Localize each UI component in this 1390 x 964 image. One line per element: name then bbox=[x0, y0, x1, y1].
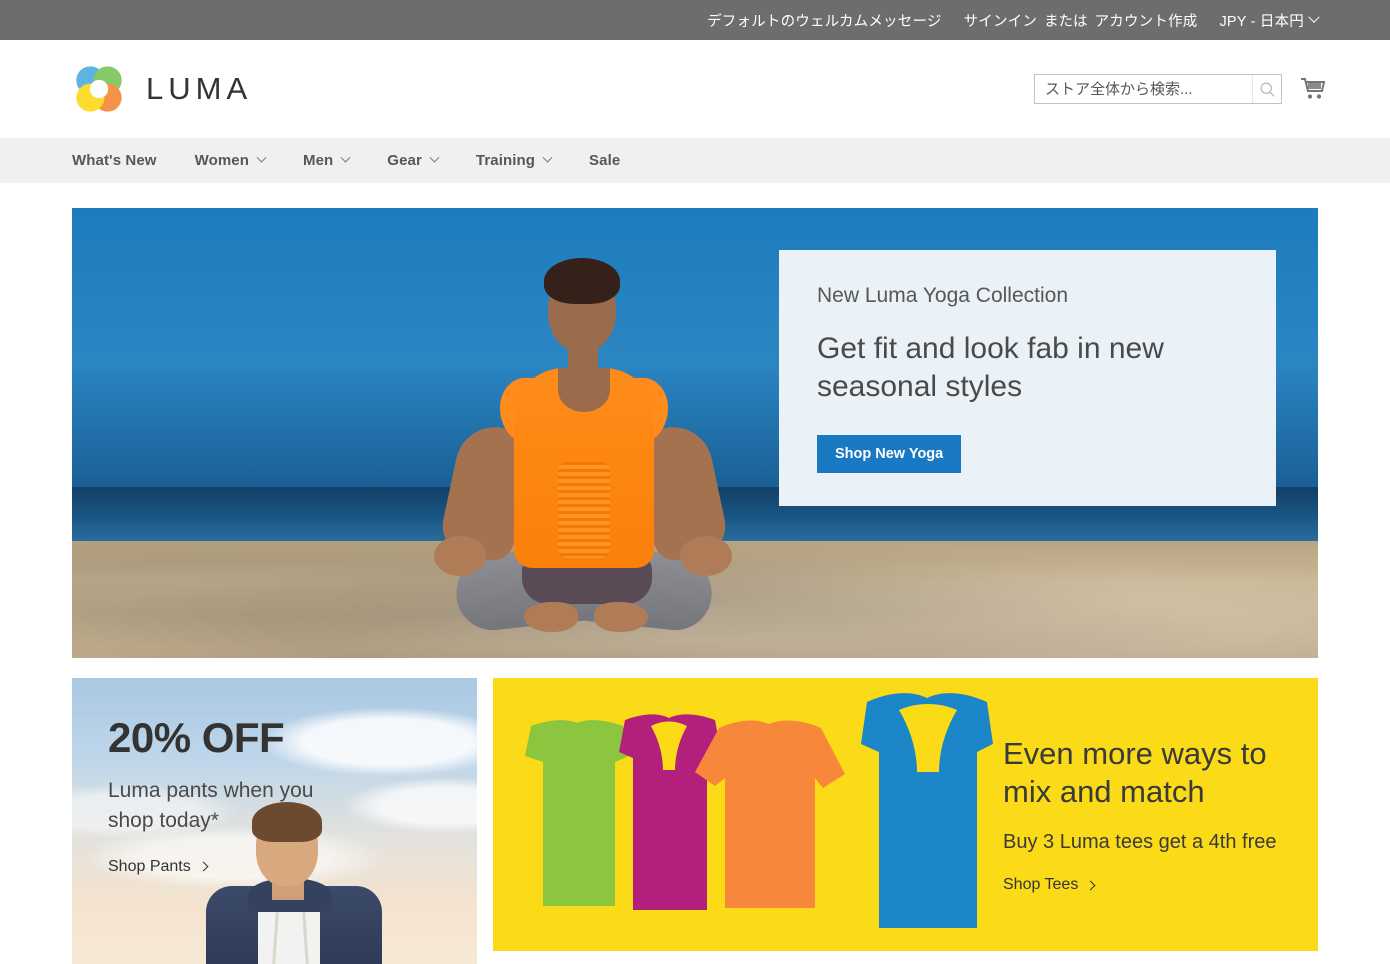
nav-label: Men bbox=[302, 152, 334, 169]
shop-tees-link[interactable]: Shop Tees bbox=[1003, 876, 1096, 894]
promo-tees-headline: Even more ways to mix and match bbox=[1003, 735, 1267, 810]
hero-yoga-model-image bbox=[372, 250, 792, 650]
sign-in-link[interactable]: サインイン bbox=[964, 10, 1038, 31]
currency-label: JPY - 日本円 bbox=[1219, 13, 1304, 30]
chevron-right-icon bbox=[198, 861, 209, 872]
nav-item-gear[interactable]: Gear bbox=[387, 152, 440, 169]
shop-tees-label: Shop Tees bbox=[1003, 876, 1079, 894]
shop-new-yoga-button[interactable]: Shop New Yoga bbox=[817, 434, 962, 473]
page-content: New Luma Yoga Collection Get fit and loo… bbox=[0, 184, 1390, 964]
welcome-message: デフォルトのウェルカムメッセージ bbox=[707, 13, 942, 30]
promo-tees-text: Even more ways to mix and match Buy 3 Lu… bbox=[993, 735, 1318, 895]
promo-block-tees[interactable]: Even more ways to mix and match Buy 3 Lu… bbox=[493, 678, 1318, 951]
nav-item-training[interactable]: Training bbox=[475, 152, 553, 169]
chevron-down-icon bbox=[340, 152, 351, 163]
shopping-cart-icon bbox=[1301, 78, 1326, 99]
chevron-down-icon bbox=[429, 152, 440, 163]
top-panel: デフォルトのウェルカムメッセージ サインイン または アカウント作成 JPY -… bbox=[0, 0, 1390, 40]
chevron-down-icon bbox=[256, 152, 267, 163]
shop-pants-link[interactable]: Shop Pants bbox=[108, 857, 209, 876]
garment-silhouettes-icon bbox=[525, 693, 993, 928]
nav-item-women[interactable]: Women bbox=[194, 152, 267, 169]
promo-row: 20% OFF Luma pants when you shop today* … bbox=[72, 678, 1318, 964]
promo-tees-subhead: Buy 3 Luma tees get a 4th free bbox=[1003, 831, 1277, 854]
nav-label: Women bbox=[194, 152, 249, 169]
hero-title: Get fit and look fab in new seasonal sty… bbox=[817, 332, 1164, 404]
main-navigation: What's New Women Men Gear Training Sale bbox=[0, 138, 1390, 184]
search-box[interactable] bbox=[1034, 74, 1282, 104]
nav-item-sale[interactable]: Sale bbox=[589, 152, 620, 169]
promo-pants-subhead: Luma pants when you shop today* bbox=[108, 779, 314, 832]
search-icon bbox=[1260, 82, 1275, 97]
create-account-link[interactable]: アカウント作成 bbox=[1095, 10, 1198, 31]
chevron-down-icon bbox=[542, 152, 553, 163]
chevron-down-icon bbox=[1308, 11, 1320, 23]
nav-label: Gear bbox=[387, 152, 422, 169]
logo-text: LUMA bbox=[146, 71, 253, 106]
luma-circles-logo-icon bbox=[76, 66, 122, 112]
header-actions bbox=[1034, 72, 1330, 106]
promo-pants-text: 20% OFF Luma pants when you shop today* … bbox=[72, 678, 477, 876]
hero-eyebrow: New Luma Yoga Collection bbox=[817, 284, 1068, 307]
nav-label: Sale bbox=[589, 152, 621, 169]
nav-label: What's New bbox=[72, 152, 157, 169]
nav-item-men[interactable]: Men bbox=[302, 152, 351, 169]
shop-pants-label: Shop Pants bbox=[108, 857, 191, 875]
promo-pants-headline: 20% OFF bbox=[108, 714, 285, 761]
hero-text-panel: New Luma Yoga Collection Get fit and loo… bbox=[779, 250, 1276, 506]
logo-link[interactable]: LUMA bbox=[72, 62, 252, 116]
or-separator: または bbox=[1044, 13, 1088, 30]
currency-switcher[interactable]: JPY - 日本円 bbox=[1219, 10, 1320, 31]
promo-tees-garments-image bbox=[493, 678, 993, 951]
minicart-button[interactable] bbox=[1296, 72, 1330, 106]
chevron-right-icon bbox=[1085, 880, 1096, 891]
nav-item-whats-new[interactable]: What's New bbox=[72, 152, 157, 169]
search-input[interactable] bbox=[1035, 80, 1252, 98]
site-header: LUMA bbox=[0, 40, 1390, 138]
hero-banner[interactable]: New Luma Yoga Collection Get fit and loo… bbox=[72, 208, 1318, 658]
nav-label: Training bbox=[475, 152, 536, 169]
promo-block-pants[interactable]: 20% OFF Luma pants when you shop today* … bbox=[72, 678, 477, 964]
search-button[interactable] bbox=[1252, 75, 1281, 103]
